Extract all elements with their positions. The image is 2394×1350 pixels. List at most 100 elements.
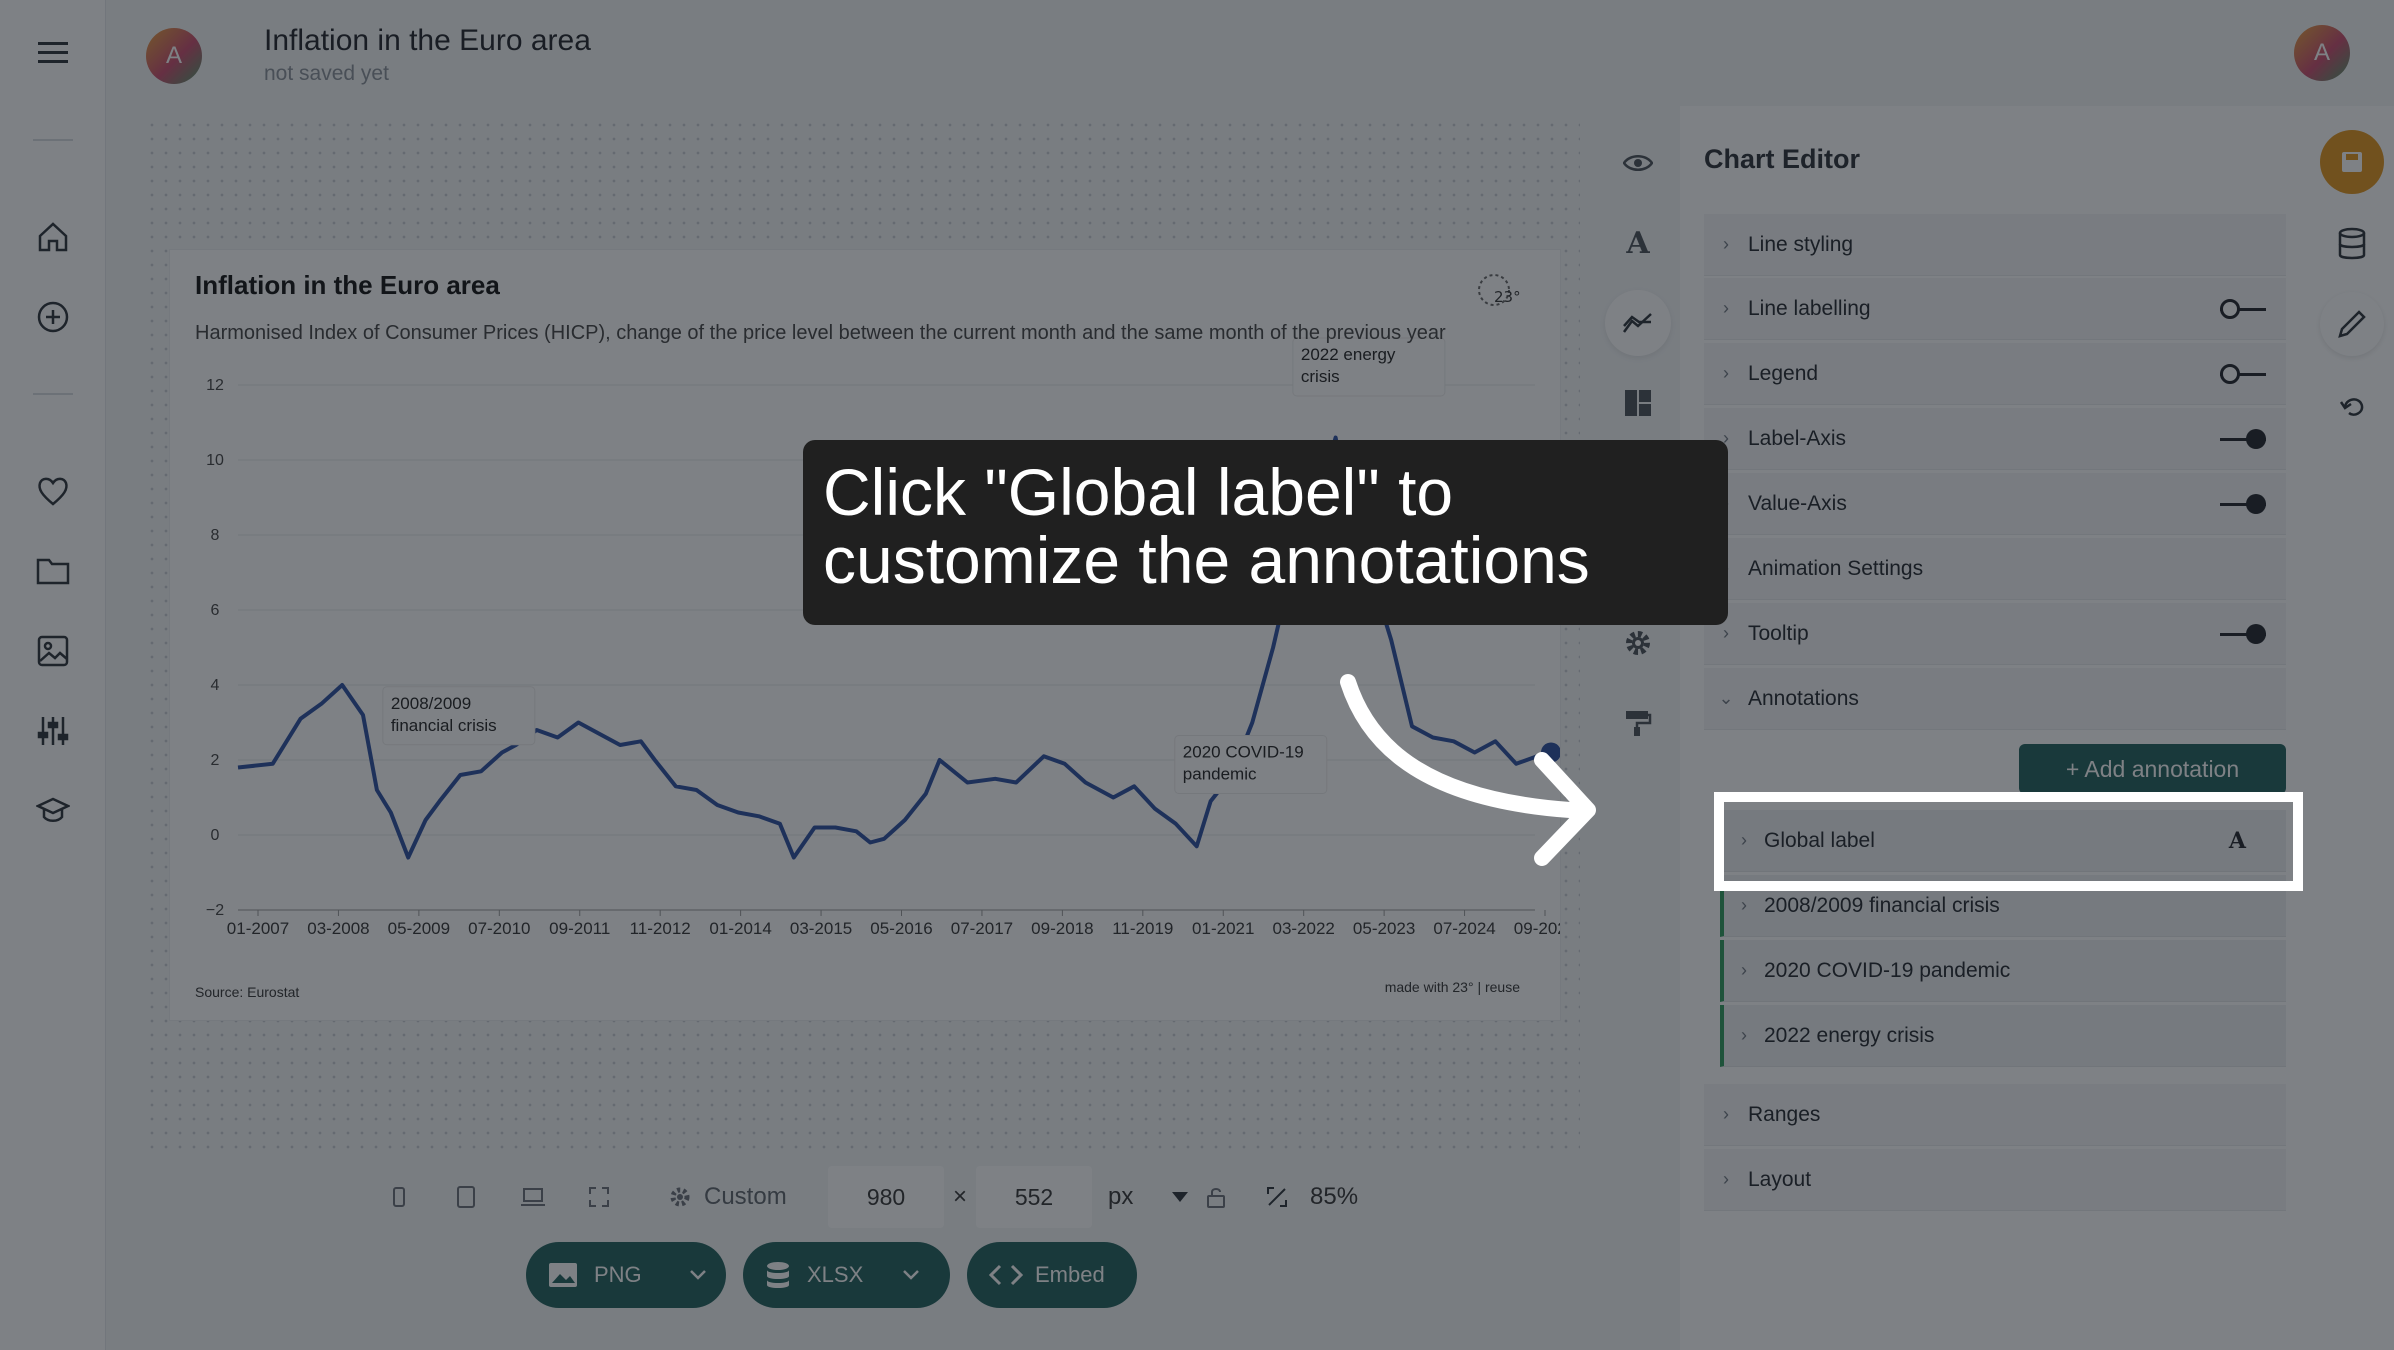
toggle-switch[interactable] <box>2220 428 2266 449</box>
x-tick-label: 01-2007 <box>227 919 289 938</box>
annotation-label: 2020 COVID-19 <box>1183 743 1304 762</box>
section-label: Line styling <box>1748 232 1854 256</box>
annotation-label: crisis <box>1301 367 1340 386</box>
x-tick-label: 01-2021 <box>1192 919 1254 938</box>
menu-icon[interactable] <box>27 27 79 79</box>
page-title[interactable]: Inflation in the Euro area <box>264 24 591 58</box>
section-line-styling[interactable]: › Line styling <box>1704 214 2286 276</box>
layout-icon[interactable] <box>1605 370 1671 436</box>
x-tick-label: 11-2012 <box>630 919 691 938</box>
embed-button[interactable]: Embed <box>967 1242 1137 1308</box>
section-legend[interactable]: › Legend <box>1704 343 2286 405</box>
x-tick-label: 05-2009 <box>388 919 450 938</box>
laptop-icon[interactable] <box>520 1166 546 1228</box>
home-icon[interactable] <box>27 211 79 263</box>
chevron-down-icon[interactable] <box>1172 1166 1188 1228</box>
toggle-switch[interactable] <box>2220 623 2266 644</box>
section-annotations[interactable]: ⌄ Annotations <box>1704 668 2286 730</box>
section-label: Value-Axis <box>1748 491 1847 515</box>
heart-icon[interactable] <box>27 465 79 517</box>
section-value-axis[interactable]: › Value-Axis <box>1704 473 2286 535</box>
zoom-fit-icon[interactable] <box>1266 1166 1288 1228</box>
section-label: Line labelling <box>1748 296 1871 320</box>
chevron-right-icon: › <box>1741 960 1747 980</box>
typography-icon[interactable]: A <box>1605 210 1671 276</box>
chart-plot: 12 10 8 6 4 2 0 −201-2007 03-2008 05-2009 07-2010 0… <box>206 337 1560 938</box>
section-label: Animation Settings <box>1748 556 1924 580</box>
section-label: Legend <box>1748 361 1819 385</box>
toggle-switch[interactable] <box>2220 363 2266 384</box>
annotation-label: 2008/2009 <box>391 694 471 713</box>
folder-icon[interactable] <box>27 545 79 597</box>
x-tick-label: 03-2022 <box>1272 919 1334 938</box>
chevron-right-icon: › <box>1723 298 1729 318</box>
y-tick-label: 4 <box>211 677 220 694</box>
chevron-down-icon <box>689 1270 706 1280</box>
made-with-credit[interactable]: made with 23° | reuse <box>1385 979 1520 995</box>
tablet-icon[interactable] <box>456 1166 476 1228</box>
avatar[interactable]: A <box>146 28 202 84</box>
x-tick-label: 07-2017 <box>951 919 1013 938</box>
fullscreen-icon[interactable] <box>588 1166 610 1228</box>
right-action-rail <box>2310 106 2394 1350</box>
database-icon <box>767 1262 789 1288</box>
gear-icon <box>670 1187 690 1207</box>
annotation-item[interactable]: › 2022 energy crisis <box>1720 1005 2286 1067</box>
export-label: Embed <box>1035 1262 1105 1287</box>
x-tick-label: 07-2024 <box>1433 919 1495 938</box>
database-icon[interactable] <box>2320 212 2384 276</box>
undo-icon[interactable] <box>2320 372 2384 436</box>
export-xlsx-button[interactable]: XLSX <box>743 1242 950 1308</box>
section-label: Label-Axis <box>1748 426 1847 450</box>
eye-icon[interactable] <box>1605 130 1671 196</box>
export-label: XLSX <box>807 1262 864 1287</box>
chart-title: Inflation in the Euro area <box>195 270 500 300</box>
lock-icon[interactable] <box>1206 1166 1226 1228</box>
section-tooltip[interactable]: › Tooltip <box>1704 603 2286 665</box>
mobile-icon[interactable] <box>392 1166 406 1228</box>
canvas-size-controls: Custom 980 × 552 px 85% <box>380 1166 1380 1228</box>
section-layout[interactable]: › Layout <box>1704 1149 2286 1211</box>
unit-select[interactable]: px <box>1108 1166 1133 1228</box>
width-input[interactable]: 980 <box>828 1166 944 1228</box>
x-tick-label: 05-2016 <box>870 919 932 938</box>
sliders-icon[interactable] <box>27 705 79 757</box>
section-label: Annotations <box>1748 686 1859 710</box>
chart-card[interactable]: 12 10 8 6 4 2 0 −2 01-2007 03-2008 05-2009 07-2010 0… <box>170 250 1560 1020</box>
times-sign: × <box>953 1183 968 1210</box>
toggle-switch[interactable] <box>2220 298 2266 319</box>
section-label: Layout <box>1748 1167 1812 1191</box>
height-input[interactable]: 552 <box>976 1166 1092 1228</box>
chart-source: Source: Eurostat <box>195 984 300 1000</box>
section-label-axis[interactable]: › Label-Axis <box>1704 408 2286 470</box>
add-circle-icon[interactable] <box>27 291 79 343</box>
add-annotation-button[interactable]: + Add annotation <box>2019 744 2286 794</box>
section-label: Ranges <box>1748 1102 1821 1126</box>
chevron-right-icon: › <box>1723 234 1729 254</box>
export-png-button[interactable]: PNG <box>526 1242 726 1308</box>
graduation-cap-icon[interactable] <box>27 785 79 837</box>
chevron-right-icon: › <box>1723 1104 1729 1124</box>
image-icon[interactable] <box>27 625 79 677</box>
section-ranges[interactable]: › Ranges <box>1704 1084 2286 1146</box>
toggle-switch[interactable] <box>2220 493 2266 514</box>
chevron-right-icon: › <box>1741 895 1747 915</box>
custom-size-preset[interactable]: Custom <box>668 1166 787 1228</box>
annotation-label: pandemic <box>1183 765 1257 784</box>
annotation-item[interactable]: › 2020 COVID-19 pandemic <box>1720 940 2286 1002</box>
user-avatar[interactable]: A <box>2294 25 2350 81</box>
y-tick-label: 12 <box>206 377 224 394</box>
section-animation-settings[interactable]: › Animation Settings <box>1704 538 2286 600</box>
preset-label: Custom <box>704 1183 787 1210</box>
edit-pencil-icon[interactable] <box>2320 292 2384 356</box>
x-tick-label: 09-2018 <box>1031 919 1093 938</box>
save-button[interactable] <box>2320 130 2384 194</box>
logo-text: 23° <box>1494 288 1520 306</box>
section-line-labelling[interactable]: › Line labelling <box>1704 278 2286 340</box>
tutorial-arrow-icon <box>1340 674 1596 866</box>
tutorial-tooltip: Click "Global label" to customize the an… <box>803 440 1728 625</box>
x-tick-label: 07-2010 <box>468 919 530 938</box>
x-tick-label: 11-2019 <box>1112 919 1173 938</box>
line-chart-icon[interactable] <box>1605 290 1671 356</box>
x-tick-label: 05-2023 <box>1353 919 1415 938</box>
